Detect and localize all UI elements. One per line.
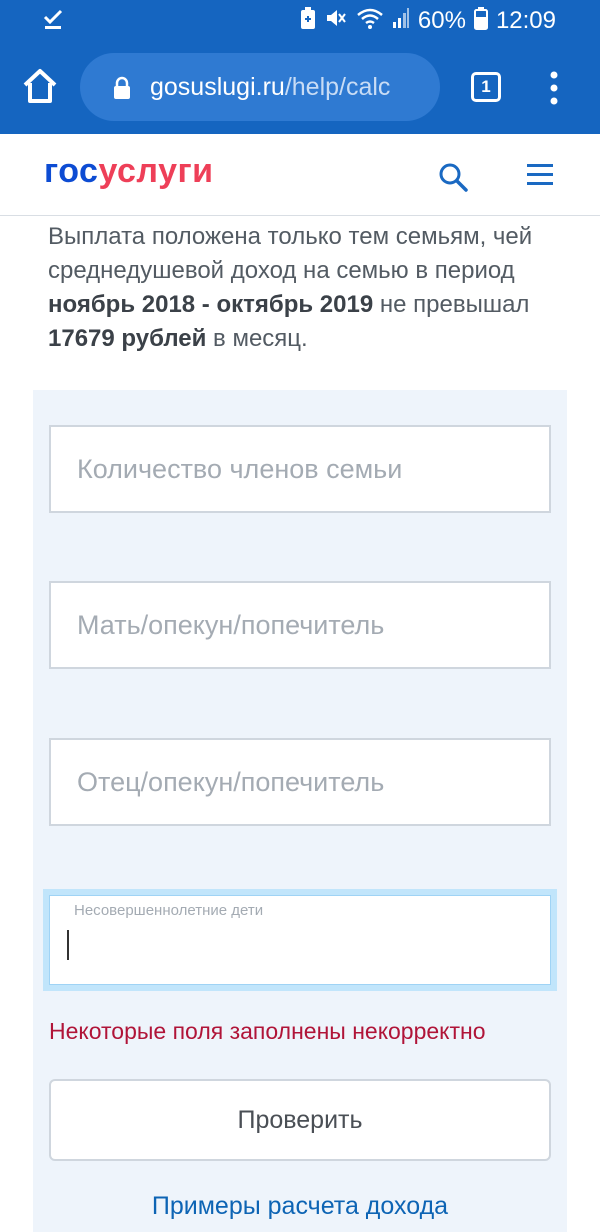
mute-icon [324, 6, 348, 35]
browser-menu-button[interactable] [544, 68, 564, 108]
father-field [49, 738, 551, 826]
signal-icon [392, 7, 410, 34]
family-members-input[interactable] [51, 427, 549, 511]
text-cursor [67, 930, 69, 960]
wifi-icon [356, 6, 384, 35]
info-card: Выплата положена только тем семьям, чей … [33, 216, 567, 390]
income-examples-link[interactable]: Примеры расчета дохода [33, 1192, 567, 1221]
eligibility-text: Выплата положена только тем семьям, чей … [48, 220, 551, 356]
battery-icon [473, 6, 488, 35]
children-field[interactable]: Несовершеннолетние дети [43, 889, 557, 991]
info-text-1: Выплата положена только тем семьям, чей … [48, 223, 533, 284]
info-period: ноябрь 2018 - октябрь 2019 [48, 291, 374, 318]
battery-percent: 60% [417, 6, 466, 34]
check-button[interactable]: Проверить [49, 1079, 551, 1161]
error-message: Некоторые поля заполнены некорректно [49, 1018, 486, 1044]
site-header: госуслуги [0, 134, 600, 216]
browser-toolbar: gosuslugi.ru/help/calc 1 [0, 42, 600, 134]
url-path: /help/calc [284, 73, 391, 101]
children-label: Несовершеннолетние дети [74, 902, 264, 919]
logo-part-1: гос [44, 152, 99, 190]
search-button[interactable] [438, 162, 468, 192]
mother-input[interactable] [51, 583, 549, 667]
status-bar: 60% 12:09 [0, 0, 600, 42]
logo-part-2: услуги [98, 152, 214, 190]
more-vertical-icon [550, 71, 558, 105]
info-amount: 17679 рублей [48, 325, 207, 352]
info-text-3: в месяц. [206, 325, 308, 352]
menu-button[interactable] [525, 162, 555, 188]
home-button[interactable] [20, 66, 60, 106]
battery-saver-icon [300, 6, 316, 35]
info-text-2: не превышал [373, 291, 530, 318]
gosuslugi-logo[interactable]: госуслуги [44, 152, 214, 191]
clock: 12:09 [495, 6, 556, 34]
download-done-icon [42, 8, 64, 35]
address-bar[interactable]: gosuslugi.ru/help/calc [80, 53, 440, 121]
url-text: gosuslugi.ru/help/calc [150, 73, 390, 102]
home-icon [23, 69, 57, 103]
lock-icon [112, 76, 132, 105]
search-icon [439, 163, 468, 192]
hamburger-icon [527, 164, 553, 185]
children-input[interactable]: Несовершеннолетние дети [49, 895, 551, 985]
url-host: gosuslugi.ru [150, 73, 285, 101]
mother-field [49, 581, 551, 669]
father-input[interactable] [51, 740, 549, 824]
calculator-panel: Выплата положена только тем семьям, чей … [33, 216, 567, 1232]
family-members-field [49, 425, 551, 513]
tab-switcher-button[interactable]: 1 [471, 72, 501, 102]
